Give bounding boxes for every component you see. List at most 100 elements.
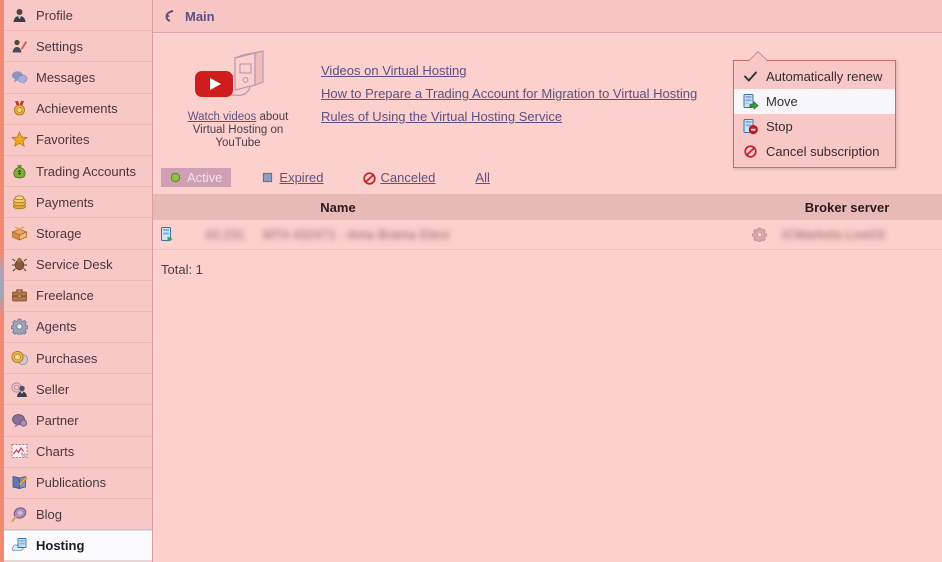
- bug-icon: [10, 256, 28, 274]
- content-area: Watch videos about Virtual Hosting on Yo…: [153, 33, 942, 277]
- blue-square-icon: [262, 172, 273, 183]
- total-count: Total: 1: [161, 262, 203, 277]
- row-id-redacted: 43.231: [205, 228, 246, 242]
- no-entry-icon: [363, 171, 377, 185]
- briefcase-icon: [10, 287, 28, 305]
- left-accent-strip: [0, 0, 4, 562]
- sidebar-item-label: Storage: [36, 225, 82, 241]
- filter-tab-active[interactable]: Active: [161, 167, 232, 187]
- filter-tab-canceled[interactable]: Canceled: [354, 168, 444, 187]
- context-menu-item-move[interactable]: Move: [734, 89, 895, 114]
- coins-icon: [10, 193, 28, 211]
- promo-link-1[interactable]: Videos on Virtual Hosting: [321, 59, 697, 82]
- sidebar-item-label: Service Desk: [36, 257, 113, 273]
- filter-tab-all[interactable]: All: [466, 168, 498, 187]
- context-menu-item-stop[interactable]: Stop: [734, 114, 895, 139]
- sidebar-item-settings[interactable]: Settings: [0, 31, 152, 63]
- context-menu-item-label: Automatically renew: [766, 69, 883, 84]
- context-menu-item-cancel-subscription[interactable]: Cancel subscription: [734, 139, 895, 164]
- sidebar-item-achievements[interactable]: Achievements: [0, 94, 152, 125]
- sidebar-item-hosting[interactable]: Hosting: [0, 530, 152, 562]
- sidebar-item-storage[interactable]: Storage: [0, 218, 152, 250]
- server-move-icon: [742, 93, 759, 110]
- medal-icon: [10, 100, 28, 118]
- page-title: Main: [185, 8, 215, 24]
- sidebar-item-label: Publications: [36, 475, 107, 491]
- context-menu-wrapper: Automatically renew Move Stop Cancel subscr…: [733, 52, 896, 168]
- server-stop-icon: [742, 118, 759, 135]
- sidebar-item-label: Agents: [36, 319, 77, 335]
- filter-tab-expired[interactable]: Expired: [253, 168, 332, 187]
- filter-tab-label: All: [475, 169, 490, 185]
- sidebar-item-agents[interactable]: Agents: [0, 312, 152, 344]
- sidebar-item-label: Hosting: [36, 538, 85, 554]
- sidebar-item-service-desk[interactable]: Service Desk: [0, 250, 152, 281]
- user-icon: [10, 6, 28, 24]
- sidebar-item-partner[interactable]: Partner: [0, 405, 152, 437]
- status-filter-tabs: Active Expired Canceled All: [161, 166, 942, 188]
- filter-tab-label: Expired: [279, 169, 324, 185]
- filter-tab-label: Active: [187, 169, 223, 185]
- handshake-icon: [10, 412, 28, 430]
- context-menu-pointer: [749, 52, 767, 61]
- quill-icon: [10, 505, 28, 523]
- sidebar-item-charts[interactable]: % Charts: [0, 437, 152, 468]
- server-cloud-icon: [10, 537, 28, 555]
- sidebar-item-label: Freelance: [36, 288, 94, 304]
- promo-link-2[interactable]: How to Prepare a Trading Account for Mig…: [321, 82, 697, 105]
- sidebar-item-label: Messages: [36, 69, 96, 85]
- sidebar-item-payments[interactable]: Payments: [0, 187, 152, 219]
- money-bag-icon: [10, 162, 28, 180]
- no-entry-icon: [742, 143, 759, 160]
- filter-tab-label: Canceled: [380, 169, 436, 185]
- sidebar-item-blog[interactable]: Blog: [0, 499, 152, 531]
- table-header-row: Name Broker server: [153, 194, 942, 220]
- column-header-broker[interactable]: Broker server: [752, 200, 942, 215]
- sidebar-item-label: Trading Accounts: [36, 163, 136, 179]
- sidebar-navigation: Profile Settings Messages Achievements Favor…: [0, 0, 153, 562]
- context-menu-item-automatically-renew[interactable]: Automatically renew: [734, 64, 895, 89]
- table-row[interactable]: 43.231 MT4 432471 - Ama Brama Elect ICMa…: [153, 220, 942, 250]
- back-arrow-icon[interactable]: [163, 9, 177, 23]
- sidebar-item-label: Achievements: [36, 101, 118, 117]
- sidebar-item-profile[interactable]: Profile: [0, 0, 152, 32]
- sidebar-item-purchases[interactable]: Purchases: [0, 343, 152, 375]
- sidebar-item-label: Favorites: [36, 132, 90, 148]
- pencil-icon: [10, 37, 28, 55]
- check-icon: [742, 68, 759, 85]
- youtube-server-cloud-icon[interactable]: [183, 49, 293, 107]
- gear-icon: [10, 318, 28, 336]
- sidebar-item-label: Partner: [36, 413, 79, 429]
- sidebar-item-label: Blog: [36, 506, 63, 522]
- promo-video-block: Watch videos about Virtual Hosting on Yo…: [173, 47, 303, 150]
- sidebar-item-trading-accounts[interactable]: Trading Accounts: [0, 156, 152, 188]
- sidebar-item-label: Purchases: [36, 350, 98, 366]
- book-pencil-icon: [10, 474, 28, 492]
- context-menu-item-label: Stop: [766, 119, 793, 134]
- sidebar-item-messages[interactable]: Messages: [0, 62, 152, 94]
- promo-link-3[interactable]: Rules of Using the Virtual Hosting Servi…: [321, 105, 697, 128]
- page-header: Main: [153, 0, 942, 33]
- sidebar-item-favorites[interactable]: Favorites: [0, 125, 152, 156]
- sidebar-item-freelance[interactable]: Freelance: [0, 281, 152, 312]
- main-panel: Main Watch videos about Virtual Hosting …: [153, 0, 942, 562]
- promo-links-list: Videos on Virtual Hosting How to Prepare …: [303, 47, 697, 150]
- sidebar-item-label: Charts: [36, 444, 75, 460]
- green-dot-icon: [170, 172, 181, 183]
- server-running-icon: [153, 226, 179, 243]
- watch-videos-link[interactable]: Watch videos: [188, 111, 257, 123]
- row-broker-redacted: ICMarkets-Live03: [782, 228, 885, 242]
- seller-icon: [10, 380, 28, 398]
- sidebar-item-label: Profile: [36, 7, 73, 23]
- context-menu-item-label: Cancel subscription: [766, 144, 880, 159]
- row-name-cell: 43.231 MT4 432471 - Ama Brama Elect: [179, 227, 529, 242]
- chart-icon: %: [10, 443, 28, 461]
- row-name-redacted: MT4 432471 - Ama Brama Elect: [263, 228, 450, 242]
- sidebar-item-publications[interactable]: Publications: [0, 468, 152, 499]
- application-window: Profile Settings Messages Achievements Favor…: [0, 0, 942, 562]
- svg-text:%: %: [21, 453, 27, 459]
- row-gear-icon[interactable]: [752, 227, 782, 242]
- column-header-name[interactable]: Name: [153, 200, 523, 215]
- sidebar-item-seller[interactable]: Seller: [0, 374, 152, 406]
- sidebar-item-label: Settings: [36, 38, 83, 54]
